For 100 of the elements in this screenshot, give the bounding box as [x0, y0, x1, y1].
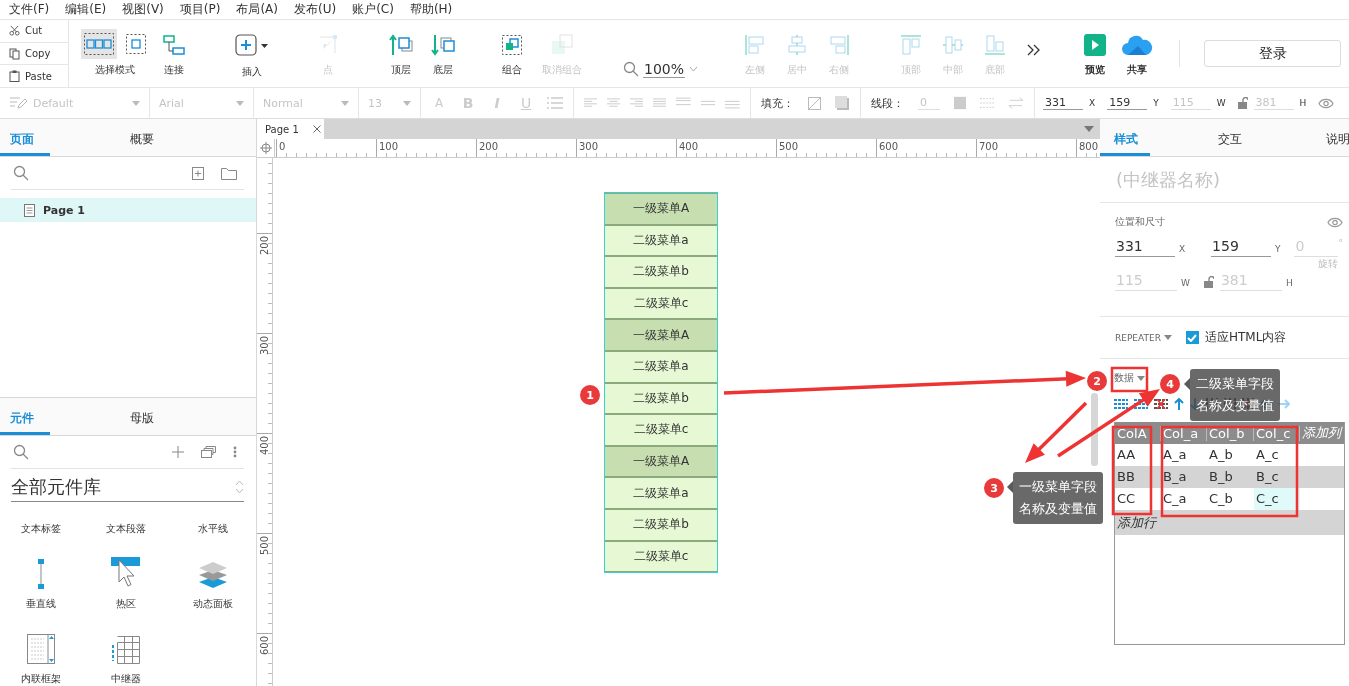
menu-item[interactable]: 二级菜单b — [605, 508, 717, 541]
cut-button[interactable]: Cut — [0, 20, 68, 43]
table-cell[interactable]: AA — [1115, 444, 1161, 466]
menu-item[interactable]: 一级菜单A — [605, 319, 717, 351]
login-button[interactable]: 登录 — [1204, 40, 1342, 67]
ruler-label: 800 — [1078, 141, 1099, 152]
table-cell[interactable]: B_b — [1207, 466, 1254, 488]
menu-item[interactable]: 二级菜单a — [605, 477, 717, 509]
menu-item[interactable]: 二级菜单c — [605, 287, 717, 320]
page-tab[interactable]: Page 1 — [257, 119, 324, 139]
field-label: ° — [1338, 238, 1343, 250]
ruler-label: 0 — [278, 141, 286, 152]
preview-button[interactable]: 预览 — [1074, 20, 1117, 87]
ruler-label: 200 — [478, 141, 499, 152]
bring-to-front-button[interactable]: 顶层 — [380, 20, 422, 87]
table-cell[interactable]: C_a — [1161, 488, 1207, 510]
tool-label: 选择模式 — [95, 63, 135, 77]
menu-item[interactable]: 账户(C) — [344, 1, 402, 18]
panel-tab[interactable]: 概要 — [130, 119, 258, 156]
menu-item[interactable]: 一级菜单A — [605, 193, 717, 225]
panel-tab[interactable]: 交互 — [1150, 119, 1310, 156]
annotation-callout: 二级菜单字段名称及变量值 — [1190, 369, 1280, 421]
section-title: 位置和尺寸 — [1115, 215, 1165, 229]
fit-html-checkbox[interactable]: 适应HTML内容 — [1185, 329, 1287, 346]
panel-tab[interactable]: 说明 — [1310, 119, 1349, 156]
panel-tab[interactable]: 母版 — [130, 398, 258, 435]
page-item[interactable]: Page 1 — [0, 198, 256, 222]
repeater-widget[interactable]: 一级菜单A 二级菜单a 二级菜单b 二级菜单c 一级菜单A 二级菜单a 二级菜单b 二级菜单c 一级菜单A 二级菜单a 二级菜单b 二级菜单c — [604, 192, 718, 574]
group-button[interactable]: 组合 — [491, 20, 533, 87]
menu-item[interactable]: 帮助(H) — [401, 1, 461, 18]
name-field[interactable]: (中继器名称) — [1114, 168, 1338, 191]
annotation-callout: 一级菜单字段名称及变量值 — [1013, 472, 1103, 524]
table-cell[interactable]: BB — [1115, 466, 1161, 488]
menu-item[interactable]: 项目(P) — [171, 1, 229, 18]
menu-item[interactable]: 编辑(E) — [57, 1, 115, 18]
ruler-label: 500 — [259, 535, 270, 556]
paste-button[interactable]: Paste — [0, 65, 68, 87]
annotation-marker: 4 — [1160, 374, 1180, 394]
vertical-line-widget[interactable]: 垂直线 — [0, 536, 82, 611]
line-label: 线段： — [871, 95, 904, 111]
table-cell[interactable]: A_a — [1161, 444, 1207, 466]
library-dropdown[interactable]: 全部元件库 — [11, 475, 244, 502]
menu-item[interactable]: 一级菜单A — [605, 445, 717, 478]
ruler-label: 200 — [259, 235, 270, 256]
insert-button[interactable]: 插入 — [227, 20, 277, 87]
ruler-label: 300 — [259, 335, 270, 356]
menu-item[interactable]: 二级菜单b — [605, 256, 717, 288]
y-field[interactable]: 159 — [1211, 238, 1271, 257]
table-cell[interactable]: CC — [1115, 488, 1161, 510]
field-label: W — [1181, 278, 1190, 288]
menu-item[interactable]: 二级菜单c — [605, 414, 717, 446]
menu-item[interactable]: 二级菜单b — [605, 382, 717, 415]
menu-item[interactable]: 二级菜单c — [605, 540, 717, 573]
section-dropdown[interactable]: REPEATER — [1115, 332, 1172, 343]
menu-item[interactable]: 二级菜单a — [605, 224, 717, 257]
table-cell[interactable]: B_c — [1254, 466, 1300, 488]
annotation-marker: 1 — [580, 385, 600, 405]
menu-item[interactable]: 文件(F) — [1, 1, 58, 18]
copy-button[interactable]: Copy — [0, 42, 68, 66]
zoom-dropdown[interactable]: 100% — [623, 59, 699, 79]
send-to-back-button[interactable]: 底层 — [422, 20, 464, 87]
table-cell[interactable]: C_c — [1254, 488, 1300, 510]
field-label: Y — [1153, 98, 1159, 108]
x-field[interactable]: 331 — [1115, 238, 1175, 257]
field-label: W — [1216, 98, 1226, 108]
annotation-marker: 2 — [1087, 371, 1107, 391]
paragraph-widget[interactable]: 文本段落 — [82, 508, 170, 536]
field-label: X — [1178, 244, 1186, 254]
menu-item[interactable]: 二级菜单a — [605, 350, 717, 383]
add-row-button[interactable]: 添加行 — [1115, 510, 1344, 535]
text-label-widget[interactable]: 文本标签 — [0, 508, 82, 536]
ruler-label: 500 — [778, 141, 799, 152]
table-cell[interactable]: B_a — [1161, 466, 1207, 488]
fill-label: 填充： — [761, 95, 794, 111]
dynamic-panel-widget[interactable]: 动态面板 — [170, 536, 256, 611]
connect-button[interactable]: 连接 — [153, 20, 195, 87]
table-cell[interactable]: A_b — [1207, 444, 1254, 466]
x-field[interactable]: 331 — [1043, 96, 1083, 110]
field-label: Y — [1275, 244, 1281, 254]
field-label: X — [1089, 98, 1096, 108]
hotspot-widget[interactable]: 热区 — [82, 536, 170, 611]
field-label: H — [1299, 98, 1307, 108]
inline-frame-widget[interactable]: 内联框架 — [0, 611, 82, 686]
table-cell[interactable]: A_c — [1254, 444, 1300, 466]
repeater-widget[interactable]: 中继器 — [82, 611, 170, 686]
menu-item[interactable]: 布局(A) — [228, 1, 286, 18]
field-label: H — [1285, 278, 1293, 288]
ruler-label: 600 — [878, 141, 899, 152]
horizontal-line-widget[interactable]: 水平线 — [170, 508, 256, 536]
section-dropdown[interactable]: 数据 — [1114, 371, 1145, 385]
ruler-label: 600 — [259, 635, 270, 656]
y-field[interactable]: 159 — [1107, 96, 1148, 110]
table-cell[interactable]: C_b — [1207, 488, 1254, 510]
menu-item[interactable]: 视图(V) — [114, 1, 172, 18]
ruler-label: 300 — [578, 141, 599, 152]
share-button[interactable]: 共享 — [1116, 20, 1159, 87]
menu-item[interactable]: 发布(U) — [286, 1, 345, 18]
ruler-label: 400 — [259, 435, 270, 456]
field-caption: 旋转 — [1318, 257, 1340, 271]
annotation-marker: 3 — [984, 478, 1004, 498]
